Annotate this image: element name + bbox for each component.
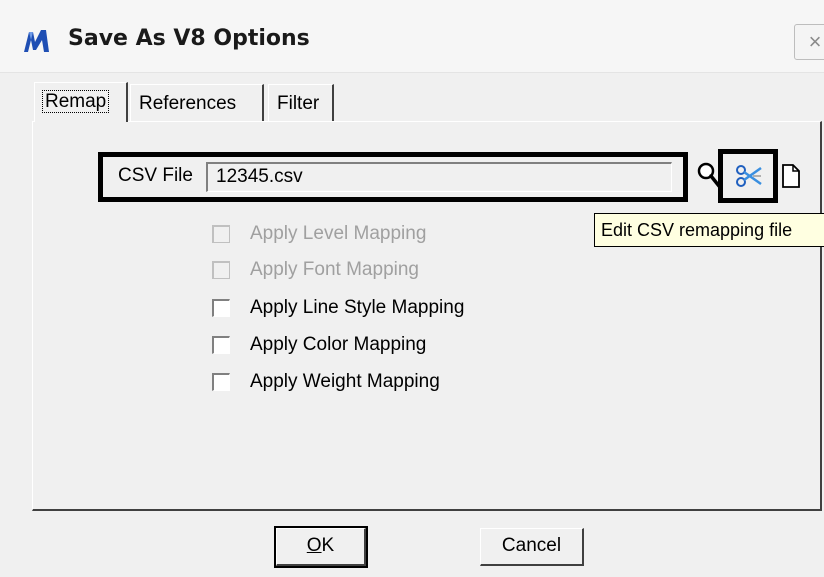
tab-references-label: References <box>139 93 237 114</box>
close-button[interactable]: × <box>794 24 824 60</box>
microstation-m-icon <box>24 30 49 52</box>
apply-font-mapping-checkbox <box>212 261 230 279</box>
cancel-button[interactable]: Cancel <box>480 528 584 566</box>
apply-level-mapping-label: Apply Level Mapping <box>250 223 427 244</box>
ok-label-rest: K <box>321 535 335 556</box>
title-bar[interactable]: Save As V8 Options × <box>0 0 824 73</box>
apply-color-mapping-label: Apply Color Mapping <box>250 334 427 355</box>
apply-weight-mapping-checkbox[interactable] <box>212 373 230 391</box>
edit-remap-icon[interactable] <box>735 162 763 190</box>
apply-line-style-mapping-label: Apply Line Style Mapping <box>250 297 465 318</box>
tab-references[interactable]: References <box>130 84 264 122</box>
csv-file-label: CSV File <box>118 165 193 186</box>
save-as-v8-options-dialog: Save As V8 Options × Remap References Fi… <box>0 0 824 577</box>
ok-mnemonic: O <box>306 535 322 556</box>
window-title: Save As V8 Options <box>68 26 310 51</box>
apply-weight-mapping-label: Apply Weight Mapping <box>250 371 440 392</box>
tooltip: Edit CSV remapping file <box>594 213 824 247</box>
apply-level-mapping-checkbox <box>212 225 230 243</box>
tab-filter[interactable]: Filter <box>268 84 334 122</box>
apply-font-mapping-label: Apply Font Mapping <box>250 259 419 280</box>
apply-line-style-mapping-checkbox[interactable] <box>212 299 230 317</box>
apply-color-mapping-checkbox[interactable] <box>212 336 230 354</box>
tab-filter-label: Filter <box>277 93 320 114</box>
tab-remap[interactable]: Remap <box>34 82 128 122</box>
new-file-icon[interactable] <box>780 162 802 190</box>
ok-button[interactable]: OK <box>274 526 368 568</box>
tab-remap-label: Remap <box>41 90 110 113</box>
csv-file-field[interactable]: 12345.csv <box>206 162 672 192</box>
